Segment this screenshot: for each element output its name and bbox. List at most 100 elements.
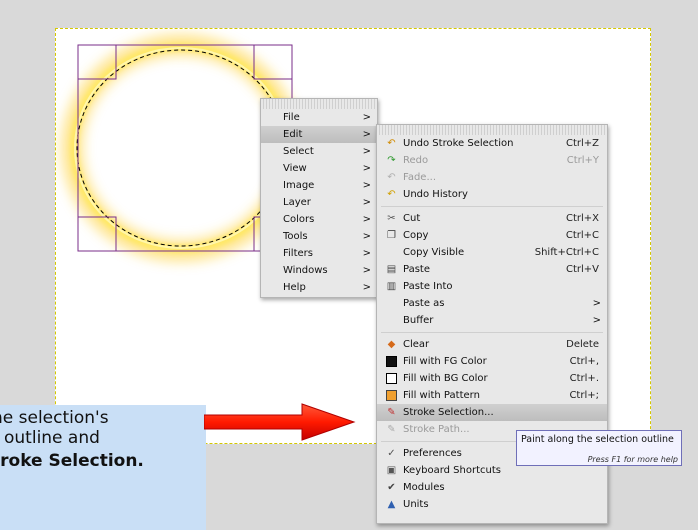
menu-item-copy-visible[interactable]: Copy Visible Shift+Ctrl+C xyxy=(377,244,607,261)
undo-icon: ↶ xyxy=(387,138,396,149)
menu-item-redo: ↷ Redo Ctrl+Y xyxy=(377,152,607,169)
menu-item-label: Undo History xyxy=(403,189,468,200)
menu-item-help[interactable]: Help > xyxy=(261,279,377,296)
menu-item-label: Paste Into xyxy=(403,281,453,292)
menu-item-paste-as[interactable]: Paste as > xyxy=(377,295,607,312)
keyboard-icon: ▣ xyxy=(386,465,397,476)
menu-item-edit[interactable]: Edit > xyxy=(261,126,377,143)
menu-item-label: Copy Visible xyxy=(403,247,465,258)
menu-item-select[interactable]: Select > xyxy=(261,143,377,160)
tear-off-grip[interactable] xyxy=(263,99,375,109)
menu-item-label: File xyxy=(283,112,300,123)
submenu-arrow-icon: > xyxy=(362,112,371,123)
undo-history-icon: ↶ xyxy=(387,189,396,200)
menu-item-label: Stroke Selection... xyxy=(403,407,494,418)
menu-item-units[interactable]: ▲ Units xyxy=(377,496,607,513)
menu-item-undo-stroke-selection[interactable]: ↶ Undo Stroke Selection Ctrl+Z xyxy=(377,135,607,152)
menu-item-shortcut: Ctrl+, xyxy=(569,356,599,367)
menu-item-undo-history[interactable]: ↶ Undo History xyxy=(377,186,607,203)
menu-item-label: Paste as xyxy=(403,298,445,309)
submenu-arrow-icon: > xyxy=(362,265,371,276)
copy-icon: ❐ xyxy=(387,230,396,241)
menu-item-label: Units xyxy=(403,499,429,510)
menu-item-shortcut: Delete xyxy=(566,339,599,350)
submenu-arrow-icon: > xyxy=(362,248,371,259)
tutorial-callout: he selection's outline and troke Selecti… xyxy=(0,405,206,530)
red-arrow-icon xyxy=(204,403,356,441)
menu-item-filters[interactable]: Filters > xyxy=(261,245,377,262)
menu-item-shortcut: Ctrl+X xyxy=(565,213,599,224)
menu-item-shortcut: Shift+Ctrl+C xyxy=(534,247,599,258)
menu-item-label: Stroke Path... xyxy=(403,424,470,435)
callout-line-1: he selection's xyxy=(0,408,109,428)
menu-item-label: Keyboard Shortcuts xyxy=(403,465,501,476)
menu-item-tools[interactable]: Tools > xyxy=(261,228,377,245)
paste-icon: ▤ xyxy=(386,264,397,275)
menu-item-label: Help xyxy=(283,282,306,293)
redo-icon: ↷ xyxy=(387,155,396,166)
menu-item-shortcut: Ctrl+Y xyxy=(566,155,599,166)
submenu-arrow-icon: > xyxy=(362,146,371,157)
menu-separator xyxy=(381,206,603,207)
menu-item-modules[interactable]: ✔ Modules xyxy=(377,479,607,496)
menu-item-label: Tools xyxy=(283,231,308,242)
menu-item-clear[interactable]: ◆ Clear Delete xyxy=(377,336,607,353)
submenu-arrow-icon: > xyxy=(362,214,371,225)
submenu-arrow-icon: > xyxy=(362,282,371,293)
menu-item-label: Edit xyxy=(283,129,303,140)
submenu-arrow-icon: > xyxy=(362,231,371,242)
submenu-arrow-icon: > xyxy=(362,197,371,208)
menu-item-copy[interactable]: ❐ Copy Ctrl+C xyxy=(377,227,607,244)
modules-icon: ✔ xyxy=(387,482,396,493)
preferences-icon: ✓ xyxy=(387,448,396,459)
menu-item-label: Cut xyxy=(403,213,421,224)
menu-item-paste-into[interactable]: ▥ Paste Into xyxy=(377,278,607,295)
menu-item-fill-with-fg-color[interactable]: Fill with FG Color Ctrl+, xyxy=(377,353,607,370)
menu-item-paste[interactable]: ▤ Paste Ctrl+V xyxy=(377,261,607,278)
menu-item-label: Copy xyxy=(403,230,429,241)
menu-item-windows[interactable]: Windows > xyxy=(261,262,377,279)
bg-swatch-icon xyxy=(386,373,397,384)
menu-item-label: Fill with FG Color xyxy=(403,356,487,367)
menu-item-view[interactable]: View > xyxy=(261,160,377,177)
menu-item-fade: ↶ Fade... xyxy=(377,169,607,186)
submenu-arrow-icon: > xyxy=(592,315,601,326)
menu-item-shortcut: Ctrl+C xyxy=(565,230,599,241)
menu-item-label: Undo Stroke Selection xyxy=(403,138,514,149)
pattern-swatch-icon xyxy=(386,390,397,401)
tear-off-grip[interactable] xyxy=(379,125,605,135)
callout-line-2: outline and xyxy=(4,428,100,448)
submenu-arrow-icon: > xyxy=(362,163,371,174)
menu-item-label: Clear xyxy=(403,339,430,350)
menu-item-label: Buffer xyxy=(403,315,434,326)
stroke-selection-tooltip: Paint along the selection outline Press … xyxy=(516,430,682,466)
menu-item-fill-with-pattern[interactable]: Fill with Pattern Ctrl+; xyxy=(377,387,607,404)
paste-into-icon: ▥ xyxy=(386,281,397,292)
menu-item-shortcut: Ctrl+V xyxy=(565,264,599,275)
tooltip-help: Press F1 for more help xyxy=(587,455,678,464)
stroke-path-icon: ✎ xyxy=(387,424,396,435)
fade-icon: ↶ xyxy=(387,172,396,183)
menu-item-shortcut: Ctrl+. xyxy=(569,373,599,384)
stroke-selection-icon: ✎ xyxy=(387,407,396,418)
menu-item-cut[interactable]: ✂ Cut Ctrl+X xyxy=(377,210,607,227)
menu-item-stroke-selection[interactable]: ✎ Stroke Selection... xyxy=(377,404,607,421)
menu-item-label: Fill with Pattern xyxy=(403,390,480,401)
callout-line-3: troke Selection. xyxy=(0,451,144,471)
menu-item-image[interactable]: Image > xyxy=(261,177,377,194)
scissors-icon: ✂ xyxy=(387,213,396,224)
menu-item-layer[interactable]: Layer > xyxy=(261,194,377,211)
menu-item-label: Select xyxy=(283,146,314,157)
submenu-arrow-icon: > xyxy=(362,129,371,140)
menu-item-shortcut: Ctrl+Z xyxy=(565,138,599,149)
menu-item-fill-with-bg-color[interactable]: Fill with BG Color Ctrl+. xyxy=(377,370,607,387)
units-icon: ▲ xyxy=(387,499,396,510)
fg-swatch-icon xyxy=(386,356,397,367)
menu-item-colors[interactable]: Colors > xyxy=(261,211,377,228)
image-context-menu: File > Edit > Select > View > Image > Layer > Colors… xyxy=(260,98,378,298)
menu-item-label: Modules xyxy=(403,482,445,493)
menu-item-buffer[interactable]: Buffer > xyxy=(377,312,607,329)
menu-item-label: Redo xyxy=(403,155,429,166)
menu-item-label: Fill with BG Color xyxy=(403,373,488,384)
menu-item-file[interactable]: File > xyxy=(261,109,377,126)
